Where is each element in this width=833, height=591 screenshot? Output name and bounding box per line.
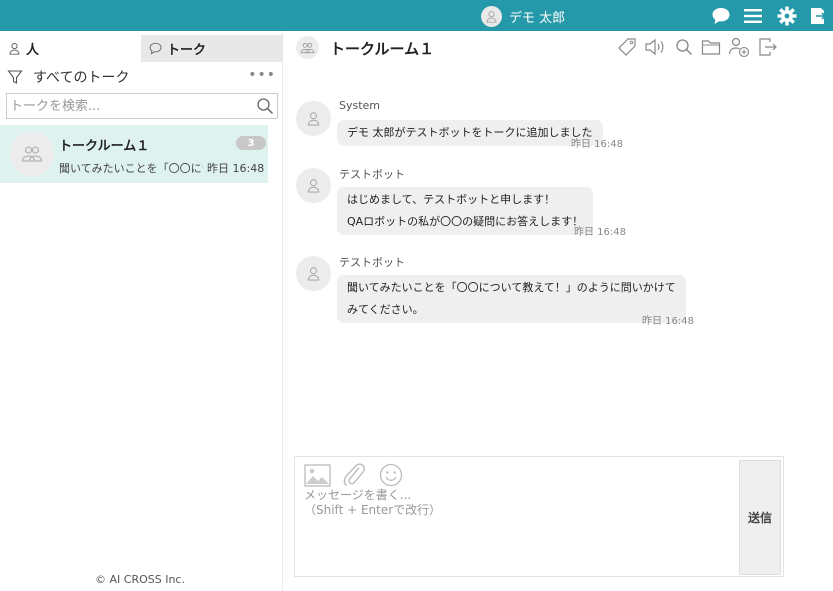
tab-talk[interactable]: トーク: [141, 35, 283, 62]
top-bar: デモ 太郎: [0, 0, 833, 31]
send-button[interactable]: 送信: [739, 460, 781, 575]
copyright: © AI CROSS Inc.: [95, 573, 185, 586]
leave-room-icon[interactable]: [757, 36, 779, 58]
more-options-icon[interactable]: •••: [248, 67, 276, 83]
room-name: トークルーム１: [59, 139, 150, 154]
logout-icon[interactable]: [806, 4, 830, 28]
message-bubble: はじめまして、テストボットと申します！ QAロボットの私が〇〇の疑問にお答えしま…: [337, 187, 594, 235]
message-time: 昨日 16:48: [571, 139, 623, 150]
message-sender: テストボット: [339, 256, 405, 269]
message-time: 昨日 16:48: [574, 227, 626, 238]
message-line: はじめまして、テストボットと申します！: [347, 193, 556, 206]
chat-title: トークルーム１: [330, 40, 435, 58]
sender-avatar-icon[interactable]: [296, 168, 331, 203]
message-time: 昨日 16:48: [642, 316, 694, 327]
message-bubble: デモ 太郎がテストボットをトークに追加しました: [337, 120, 603, 146]
unread-badge: 3: [236, 136, 266, 150]
message-line: 聞いてみたいことを「〇〇について教えて！」のように問いかけて: [347, 281, 676, 294]
room-last-time: 昨日 16:48: [207, 162, 265, 175]
tab-people[interactable]: 人: [0, 35, 141, 62]
chat-icon[interactable]: [709, 4, 733, 28]
message-sender: System: [339, 99, 381, 112]
room-avatar-icon: [296, 36, 319, 59]
speech-bubble-icon: [149, 42, 162, 55]
filter-label: すべてのトーク: [33, 70, 130, 86]
room-last-message: 聞いてみたいことを「〇〇について: [59, 162, 203, 175]
attachment-icon[interactable]: [340, 462, 368, 488]
message-line: みてください。: [347, 303, 424, 316]
search-icon[interactable]: [256, 97, 274, 119]
message-line: QAロボットの私が〇〇の疑問にお答えします！: [347, 215, 584, 228]
message-line: デモ 太郎がテストボットをトークに追加しました: [347, 126, 593, 139]
sender-avatar-icon[interactable]: [296, 101, 331, 136]
sender-avatar-icon[interactable]: [296, 256, 331, 291]
tab-people-label: 人: [26, 43, 40, 58]
user-avatar-icon: [481, 5, 502, 27]
current-user-name: デモ 太郎: [509, 10, 566, 26]
panel-tabs: 人 トーク: [0, 35, 283, 62]
menu-icon[interactable]: [741, 4, 765, 28]
talk-search-box: [6, 93, 278, 119]
message-input[interactable]: [299, 488, 729, 568]
chat-search-icon[interactable]: [673, 36, 695, 58]
add-member-icon[interactable]: [728, 36, 750, 58]
current-user[interactable]: デモ 太郎: [481, 5, 565, 27]
tab-talk-label: トーク: [167, 43, 207, 58]
chat-header: トークルーム１: [284, 31, 833, 65]
talk-search-input[interactable]: [7, 94, 247, 118]
emoji-icon[interactable]: [377, 462, 405, 488]
message-composer: 送信: [294, 456, 784, 577]
image-icon[interactable]: [303, 462, 331, 488]
folder-icon[interactable]: [700, 36, 722, 58]
message-bubble: 聞いてみたいことを「〇〇について教えて！」のように問いかけて みてください。: [337, 275, 686, 323]
group-avatar-icon: [10, 132, 54, 176]
filter-icon: [7, 70, 23, 84]
room-list-item[interactable]: トークルーム１ 3 聞いてみたいことを「〇〇について 昨日 16:48: [0, 125, 268, 183]
talk-filter[interactable]: すべてのトーク: [0, 64, 283, 90]
gear-icon[interactable]: [775, 4, 799, 28]
speaker-icon[interactable]: [644, 36, 666, 58]
tag-icon[interactable]: [616, 36, 638, 58]
message-sender: テストボット: [339, 168, 405, 181]
person-icon: [9, 42, 20, 55]
left-panel: 人 トーク すべてのトーク ••• トークルーム１ 3 聞いてみたいことを「〇〇…: [0, 31, 283, 591]
